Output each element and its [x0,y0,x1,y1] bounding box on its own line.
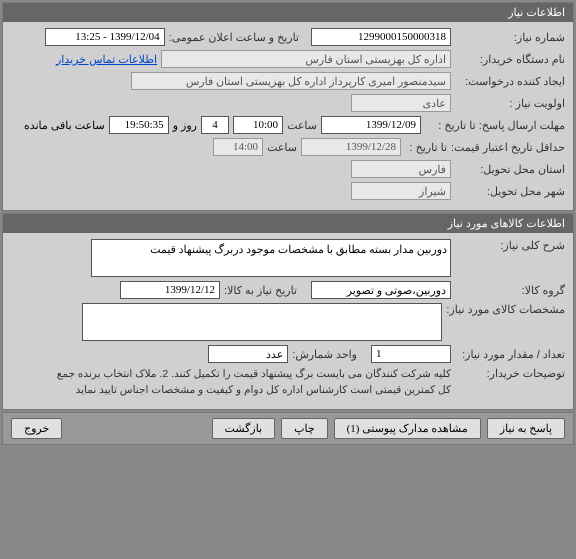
unit-label: واحد شمارش: [292,348,357,361]
qty-field: 1 [371,345,451,363]
panel1-title: اطلاعات نیاز [3,3,573,22]
desc-textarea[interactable] [91,239,451,277]
days-label: روز و [173,119,197,132]
button-bar: پاسخ به نیاز مشاهده مدارک پیوستی (1) چاپ… [2,412,574,445]
city-field: شیراز [351,182,451,200]
panel-need-info: اطلاعات نیاز شماره نیاز: 129900015000031… [2,2,574,211]
province-field: فارس [351,160,451,178]
notes-label: توضیحات خریدار: [455,367,565,380]
time-label-2: ساعت [267,141,297,154]
deadline-label: مهلت ارسال پاسخ: تا تاریخ : [425,119,565,132]
priority-label: اولویت نیاز : [455,97,565,110]
req-no-label: شماره نیاز: [455,31,565,44]
province-label: استان محل تحویل: [455,163,565,176]
contact-buyer-link[interactable]: اطلاعات تماس خریدار [56,53,157,66]
buyer-notes: کلیه شرکت کنندگان می بایست برگ پیشنهاد ق… [51,367,451,399]
panel-goods-info: اطلاعات کالاهای مورد نیاز شرح کلی نیاز: … [2,213,574,410]
unit-field: عدد [208,345,288,363]
spec-label: مشخصات کالای مورد نیاز: [446,303,565,316]
print-button[interactable]: چاپ [281,418,328,439]
group-field: دوربین،صوتی و تصویر [311,281,451,299]
city-label: شهر محل تحویل: [455,185,565,198]
days-field: 4 [201,116,229,134]
view-attachments-button[interactable]: مشاهده مدارک پیوستی (1) [334,418,481,439]
validity-time-field: 14:00 [213,138,263,156]
exit-button[interactable]: خروج [11,418,62,439]
pub-datetime-field: 1399/12/04 - 13:25 [45,28,165,46]
validity-date-field: 1399/12/28 [301,138,401,156]
time-label-1: ساعت [287,119,317,132]
req-no-field: 1299000150000318 [311,28,451,46]
priority-field: عادی [351,94,451,112]
deadline-time-field: 10:00 [233,116,283,134]
group-label: گروه کالا: [455,284,565,297]
validity-label: حداقل تاریخ اعتبار قیمت: [451,141,565,154]
validity-to-label: تا تاریخ : [405,141,447,154]
buyer-field: اداره کل بهزیستی استان فارس [161,50,451,68]
deadline-date-field: 1399/12/09 [321,116,421,134]
buyer-label: نام دستگاه خریدار: [455,53,565,66]
spec-textarea[interactable] [82,303,442,341]
requester-field: سیدمنصور امیری کارپرداز اداره کل بهزیستی… [131,72,451,90]
qty-label: تعداد / مقدار مورد نیاز: [455,348,565,361]
back-button[interactable]: بازگشت [212,418,276,439]
need-date-field: 1399/12/12 [120,281,220,299]
countdown-field: 19:50:35 [109,116,169,134]
reply-button[interactable]: پاسخ به نیاز [487,418,565,439]
requester-label: ایجاد کننده درخواست: [455,75,565,88]
remain-label: ساعت باقی مانده [24,119,105,132]
pub-datetime-label: تاریخ و ساعت اعلان عمومی: [169,31,299,44]
desc-label: شرح کلی نیاز: [455,239,565,252]
panel2-title: اطلاعات کالاهای مورد نیاز [3,214,573,233]
need-date-label: تاریخ نیاز به کالا: [224,284,297,297]
